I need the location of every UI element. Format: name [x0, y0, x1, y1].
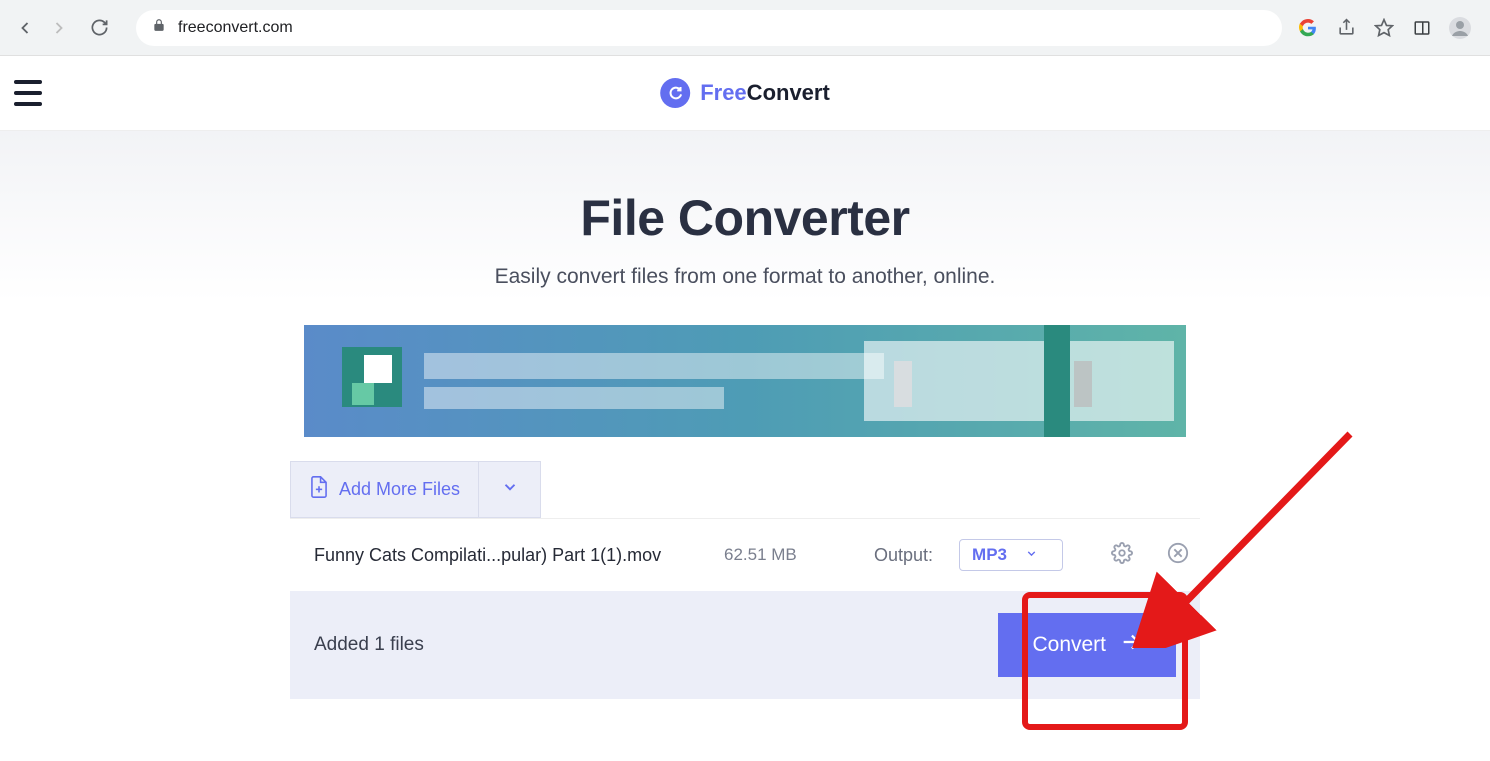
browser-right-icons	[1294, 14, 1482, 42]
chevron-down-icon	[1025, 545, 1038, 565]
lock-icon	[152, 18, 166, 37]
settings-button[interactable]	[1111, 542, 1133, 569]
converter-panel: Add More Files Funny Cats Compilati...pu…	[290, 461, 1200, 699]
back-button[interactable]	[8, 11, 42, 45]
star-icon[interactable]	[1370, 14, 1398, 42]
logo-text: FreeConvert	[700, 80, 830, 106]
output-label: Output:	[874, 545, 933, 566]
add-more-files-label: Add More Files	[339, 479, 460, 500]
site-logo[interactable]: FreeConvert	[660, 78, 830, 108]
google-icon[interactable]	[1294, 14, 1322, 42]
browser-toolbar: freeconvert.com	[0, 0, 1490, 56]
arrow-right-icon	[1120, 631, 1142, 659]
panel-footer: Added 1 files Convert	[290, 591, 1200, 699]
output-format-select[interactable]: MP3	[959, 539, 1063, 571]
panel-icon[interactable]	[1408, 14, 1436, 42]
menu-button[interactable]	[14, 77, 46, 109]
add-more-files-dropdown[interactable]	[479, 461, 541, 518]
url-text: freeconvert.com	[178, 19, 293, 37]
page-subtitle: Easily convert files from one format to …	[290, 265, 1200, 289]
files-count-text: Added 1 files	[314, 634, 424, 656]
reload-button[interactable]	[82, 11, 116, 45]
convert-button[interactable]: Convert	[998, 613, 1176, 677]
output-format-value: MP3	[972, 545, 1007, 565]
logo-badge-icon	[660, 78, 690, 108]
remove-file-button[interactable]	[1167, 542, 1189, 569]
site-header: FreeConvert	[0, 56, 1490, 131]
file-row: Funny Cats Compilati...pular) Part 1(1).…	[290, 518, 1200, 591]
close-circle-icon	[1167, 542, 1189, 569]
convert-label: Convert	[1032, 633, 1106, 657]
chevron-down-icon	[501, 478, 519, 501]
ad-banner[interactable]	[304, 325, 1186, 437]
forward-button[interactable]	[42, 11, 76, 45]
file-name: Funny Cats Compilati...pular) Part 1(1).…	[314, 545, 704, 566]
gear-icon	[1111, 542, 1133, 569]
file-plus-icon	[309, 476, 329, 503]
profile-icon[interactable]	[1446, 14, 1474, 42]
add-more-files-button[interactable]: Add More Files	[290, 461, 479, 518]
share-icon[interactable]	[1332, 14, 1360, 42]
main-content: File Converter Easily convert files from…	[290, 189, 1200, 437]
file-size: 62.51 MB	[724, 545, 834, 565]
page-title: File Converter	[290, 189, 1200, 247]
address-bar[interactable]: freeconvert.com	[136, 10, 1282, 46]
